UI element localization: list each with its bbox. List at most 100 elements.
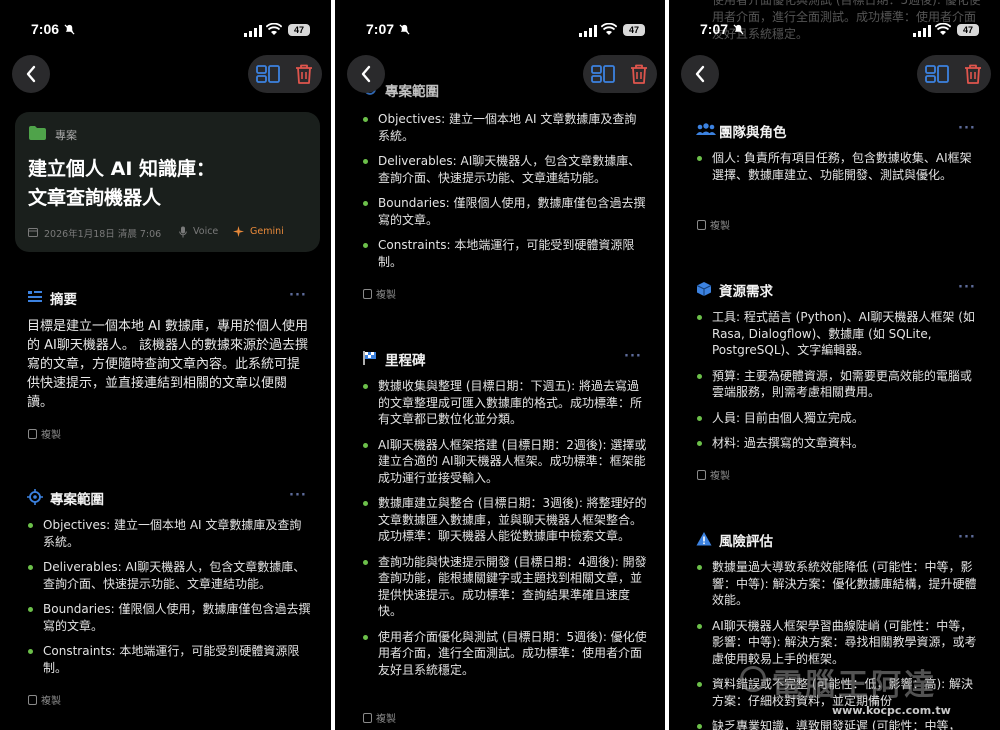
list-item: 預算: 主要為硬體資源，如需要更高效能的電腦或雲端服務，則需考慮相關費用。 (696, 368, 981, 401)
trash-icon[interactable] (627, 63, 651, 85)
calendar-icon (28, 228, 38, 237)
copy-icon (28, 429, 37, 439)
status-time: 7:07 (700, 21, 729, 37)
watermark-logo-icon (740, 666, 766, 692)
layout-view-icon[interactable] (925, 63, 949, 85)
status-bar: 7:07 47 (669, 18, 1000, 42)
resources-header: 資源需求 ··· (696, 280, 976, 300)
chevron-left-icon (695, 65, 705, 83)
status-time: 7:07 (366, 21, 395, 37)
more-menu-button[interactable]: ··· (289, 489, 307, 502)
status-bar: 7:07 47 (335, 18, 665, 42)
battery-icon: 47 (957, 24, 979, 36)
milestones-list: 數據收集與整理 (目標日期：下週五): 將過去寫過的文章整理成可匯入數據庫的格式… (362, 378, 647, 687)
back-button[interactable] (347, 55, 385, 93)
sparkle-icon (233, 226, 244, 237)
phone-screen-2: 專案範圍 7:07 47 Objectives: 建立一個本地 AI 文章數據庫… (335, 0, 665, 730)
more-menu-button[interactable]: ··· (624, 350, 642, 363)
status-bar: 7:06 47 (0, 18, 331, 42)
phone-screen-3: 使用者介面優化與測試 (目標日期：5週後): 優化使用者介面，進行全面測試。成功… (669, 0, 1000, 730)
list-item: Constraints: 本地端運行，可能受到硬體資源限制。 (27, 643, 312, 676)
list-item: 查詢功能與快速提示開發 (目標日期：4週後): 開發查詢功能，能根據關鍵字或主題… (362, 554, 647, 620)
resources-title: 資源需求 (719, 284, 773, 300)
phone-screen-1: 7:06 47 專案 建立個人 AI 知識庫： 文章查詢機器人 2026年1月1… (0, 0, 331, 730)
voice-label: Voice (193, 226, 219, 237)
list-item: Boundaries: 僅限個人使用，數據庫僅包含過去撰寫的文章。 (362, 195, 647, 228)
list-item: 使用者介面優化與測試 (目標日期：5週後): 優化使用者介面，進行全面測試。成功… (362, 629, 647, 679)
list-item: 數據庫建立與整合 (目標日期：3週後): 將整理好的文章數據匯入數據庫，並與聊天… (362, 495, 647, 545)
warning-icon (696, 532, 712, 546)
list-item: Objectives: 建立一個本地 AI 文章數據庫及查詢系統。 (27, 517, 312, 550)
copy-button[interactable]: 複製 (697, 467, 730, 482)
target-icon (27, 489, 43, 505)
list-item: 工具: 程式語言 (Python)、AI聊天機器人框架 (如 Rasa, Dia… (696, 309, 981, 359)
action-pill (917, 55, 991, 93)
list-item: 個人: 負責所有項目任務，包含數據收集、AI框架選擇、數據庫建立、功能開發、測試… (696, 150, 981, 183)
trash-icon[interactable] (961, 63, 985, 85)
battery-icon: 47 (288, 24, 310, 36)
category-tag: 專案 (55, 129, 77, 142)
copy-icon (363, 289, 372, 299)
created-date: 2026年1月18日 清晨 7:06 (44, 229, 162, 240)
list-item: Deliverables: AI聊天機器人，包含文章數據庫、查詢介面、快速提示功… (27, 559, 312, 592)
more-menu-button[interactable]: ··· (958, 531, 976, 544)
copy-button[interactable]: 複製 (28, 426, 61, 441)
list-item: 材料: 過去撰寫的文章資料。 (696, 435, 981, 452)
watermark: 電腦王阿達 www.kocpc.com.tw (740, 660, 990, 725)
copy-icon (697, 220, 706, 230)
folder-icon (29, 126, 46, 140)
status-time: 7:06 (31, 21, 60, 37)
box-icon (696, 282, 712, 296)
risks-header: 風險評估 ··· (696, 530, 976, 550)
people-icon (696, 123, 716, 135)
list-item: Boundaries: 僅限個人使用，數據庫僅包含過去撰寫的文章。 (27, 601, 312, 634)
list-item: 數據收集與整理 (目標日期：下週五): 將過去寫過的文章整理成可匯入數據庫的格式… (362, 378, 647, 428)
list-item: Deliverables: AI聊天機器人，包含文章數據庫、查詢介面、快速提示功… (362, 153, 647, 186)
cellular-signal-icon (244, 25, 262, 37)
resources-list: 工具: 程式語言 (Python)、AI聊天機器人框架 (如 Rasa, Dia… (696, 309, 981, 461)
summary-header: 摘要 ··· (27, 288, 307, 308)
more-menu-button[interactable]: ··· (958, 281, 976, 294)
trash-icon[interactable] (292, 63, 316, 85)
list-item: Constraints: 本地端運行，可能受到硬體資源限制。 (362, 237, 647, 270)
copy-button[interactable]: 複製 (697, 217, 730, 232)
copy-button[interactable]: 複製 (363, 710, 396, 725)
milestones-header: 里程碑 ··· (362, 349, 642, 369)
scope-title: 專案範圍 (385, 84, 439, 100)
microphone-icon (179, 226, 187, 238)
back-button[interactable] (681, 55, 719, 93)
wifi-icon (935, 23, 951, 35)
wifi-icon (266, 23, 282, 35)
battery-icon: 47 (623, 24, 645, 36)
copy-button[interactable]: 複製 (363, 286, 396, 301)
action-pill (248, 55, 322, 93)
project-card: 專案 建立個人 AI 知識庫： 文章查詢機器人 2026年1月18日 清晨 7:… (15, 112, 320, 252)
copy-button[interactable]: 複製 (28, 692, 61, 707)
watermark-brand: 電腦王阿達 (772, 668, 937, 703)
layout-view-icon[interactable] (591, 63, 615, 85)
copy-icon (363, 713, 372, 723)
flag-icon (363, 351, 376, 365)
list-item: Objectives: 建立一個本地 AI 文章數據庫及查詢系統。 (362, 111, 647, 144)
list-item: 人員: 目前由個人獨立完成。 (696, 410, 981, 427)
layout-view-icon[interactable] (256, 63, 280, 85)
team-title: 團隊與角色 (719, 125, 787, 141)
watermark-url: www.kocpc.com.tw (832, 704, 951, 717)
chevron-left-icon (361, 65, 371, 83)
back-button[interactable] (12, 55, 50, 93)
bell-muted-icon (399, 24, 410, 35)
action-pill (583, 55, 657, 93)
source-label: Gemini (250, 226, 284, 237)
chevron-left-icon (26, 65, 36, 83)
more-menu-button[interactable]: ··· (958, 122, 976, 135)
list-item: 數據量過大導致系統效能降低 (可能性：中等，影響：中等): 解決方案：優化數據庫… (696, 559, 981, 609)
bell-muted-icon (64, 24, 75, 35)
wifi-icon (601, 23, 617, 35)
risks-title: 風險評估 (719, 534, 773, 550)
copy-icon (697, 470, 706, 480)
team-list: 個人: 負責所有項目任務，包含數據收集、AI框架選擇、數據庫建立、功能開發、測試… (696, 150, 981, 192)
more-menu-button[interactable]: ··· (289, 289, 307, 302)
summary-title: 摘要 (50, 292, 77, 308)
scope-list: Objectives: 建立一個本地 AI 文章數據庫及查詢系統。 Delive… (27, 517, 312, 685)
summary-list-icon (28, 291, 42, 302)
